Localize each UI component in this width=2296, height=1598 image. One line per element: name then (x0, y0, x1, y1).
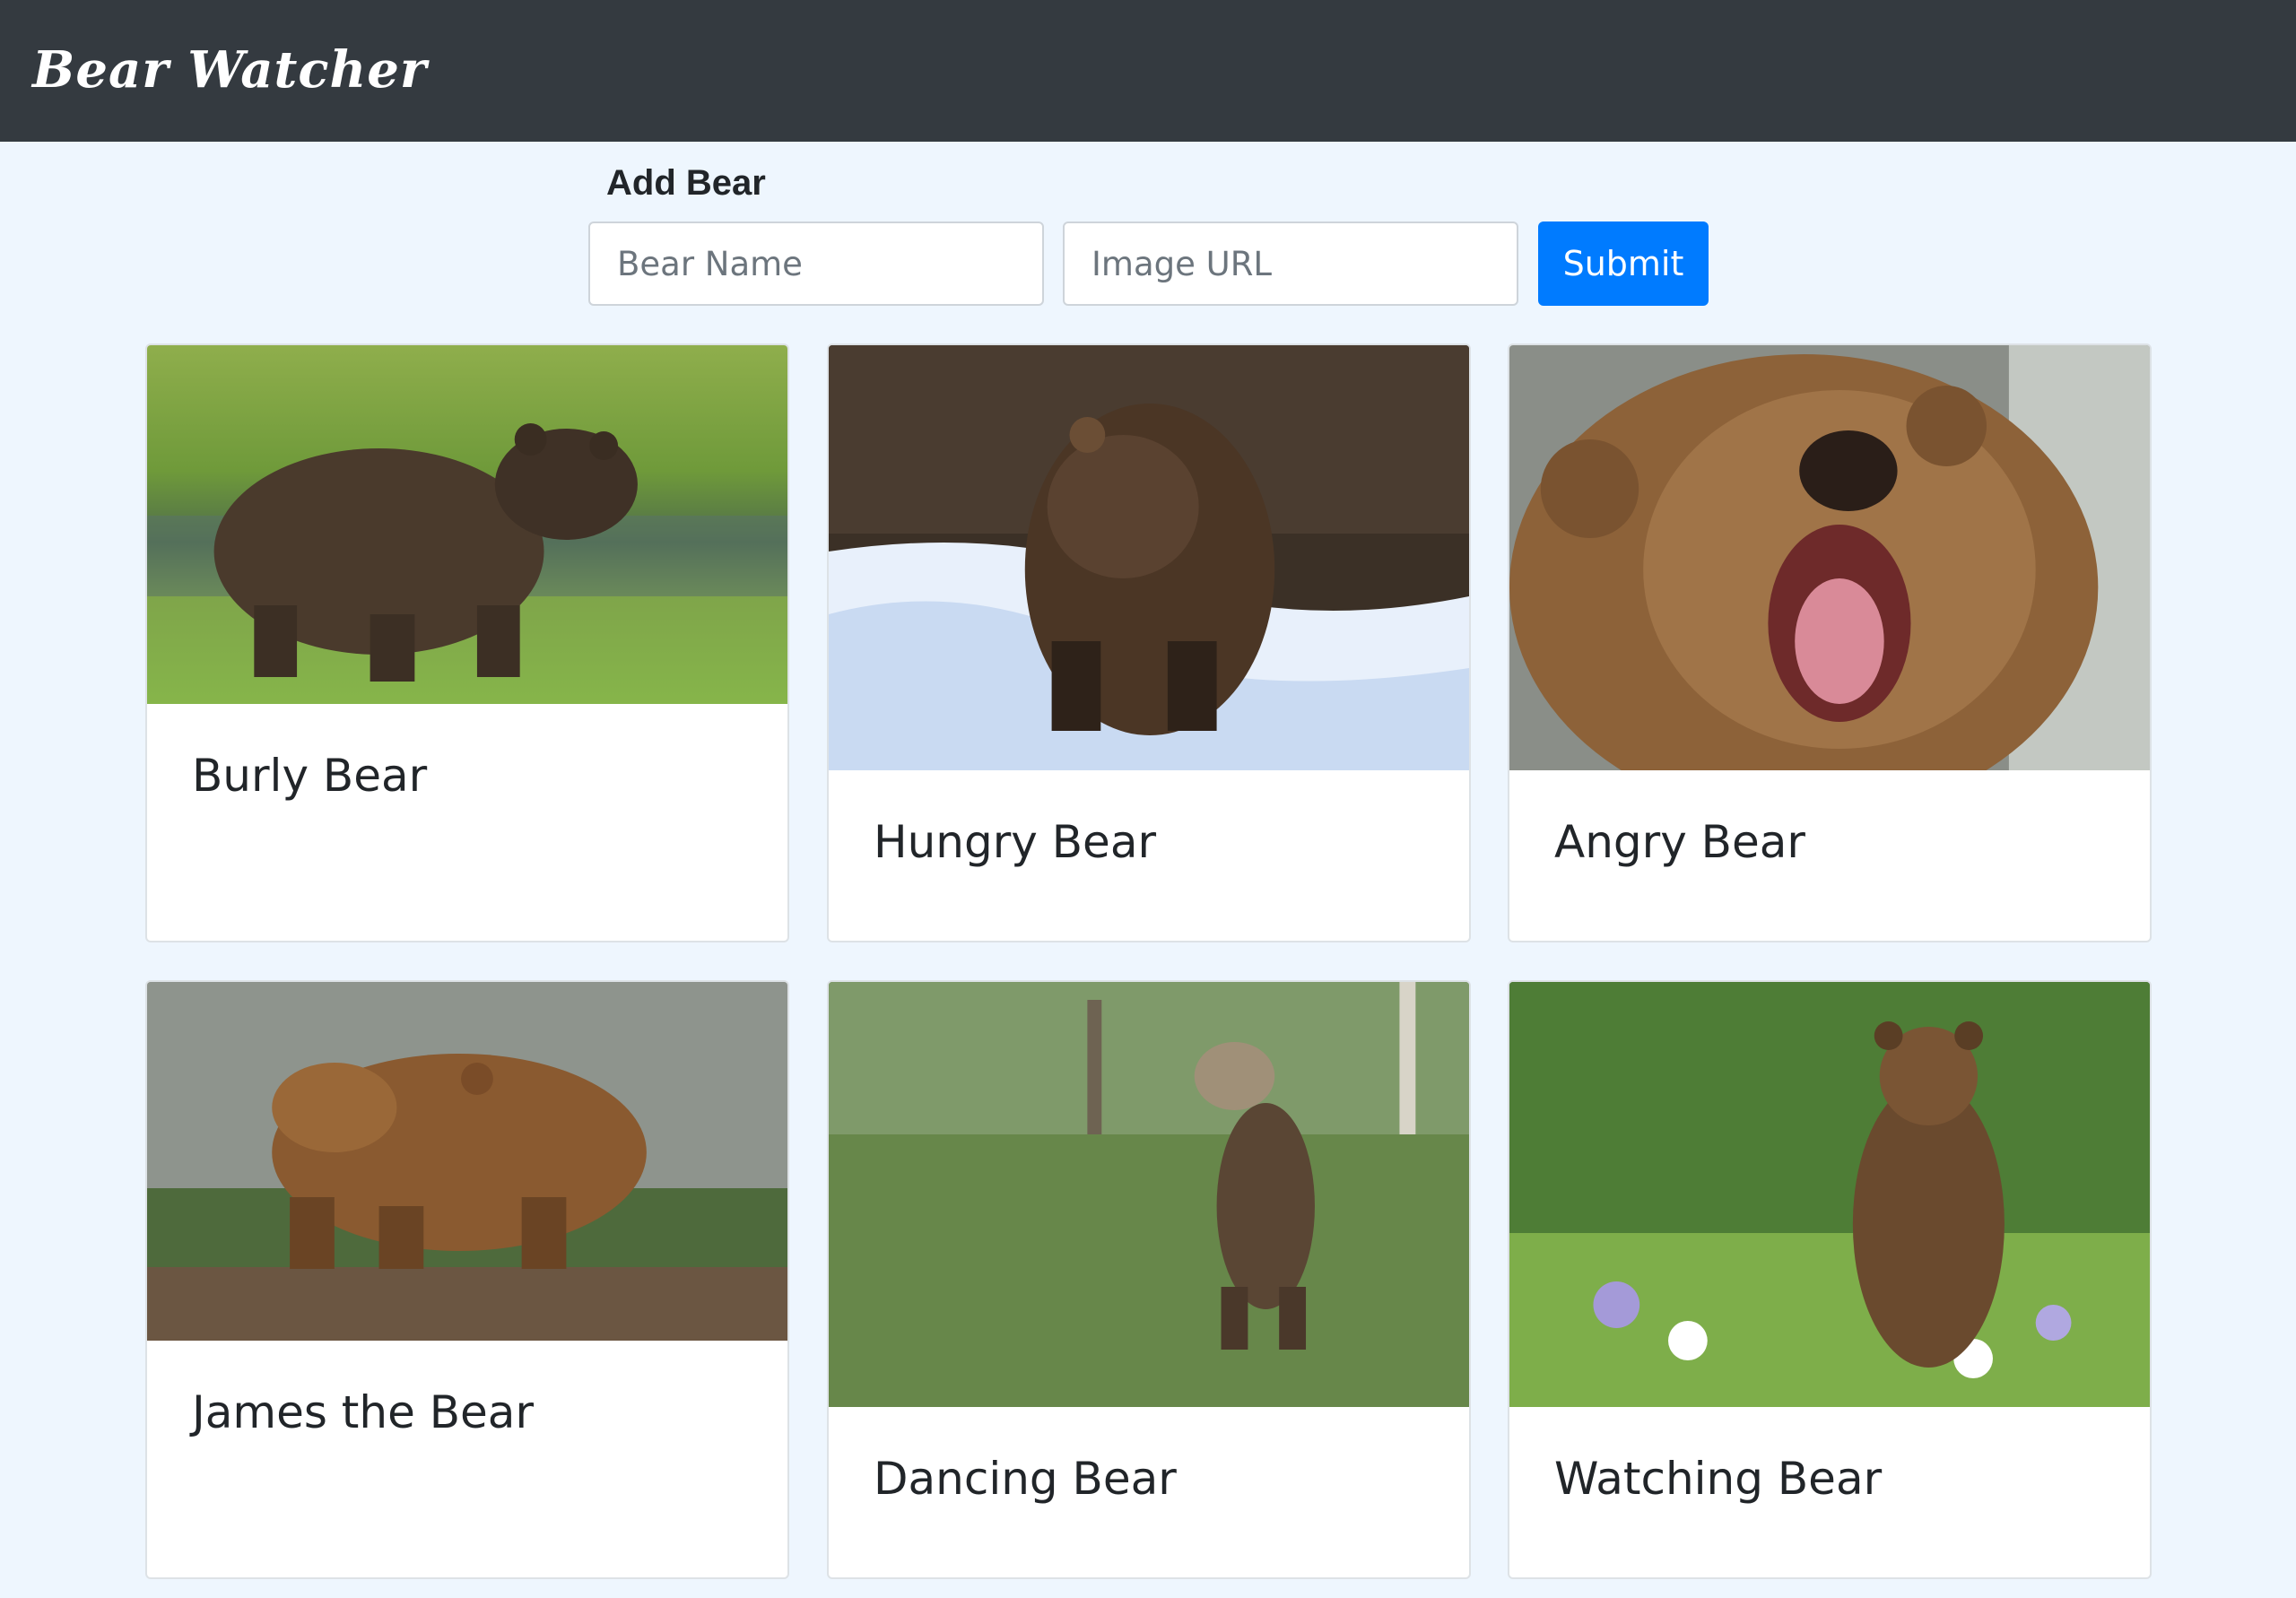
bear-name: Hungry Bear (874, 816, 1157, 868)
bear-image (147, 345, 787, 704)
bear-name: Angry Bear (1554, 816, 1805, 868)
bear-name: Burly Bear (192, 750, 428, 802)
submit-button[interactable]: Submit (1538, 221, 1709, 306)
image-url-input[interactable] (1063, 221, 1518, 306)
bear-name: Watching Bear (1554, 1453, 1883, 1505)
bear-image (1509, 345, 2150, 770)
bear-card: Dancing Bear (827, 980, 1471, 1579)
bear-name-input[interactable] (588, 221, 1044, 306)
brand-logo[interactable]: Bear Watcher (32, 34, 427, 106)
bear-card: Angry Bear (1508, 343, 2152, 942)
bear-image (829, 345, 1469, 770)
bear-image (829, 982, 1469, 1407)
navbar: Bear Watcher (0, 0, 2296, 142)
bear-card: Burly Bear (145, 343, 789, 942)
bear-card: Watching Bear (1508, 980, 2152, 1579)
bear-card: James the Bear (145, 980, 789, 1579)
bear-card: Hungry Bear (827, 343, 1471, 942)
bear-image (147, 982, 787, 1341)
bear-image (1509, 982, 2150, 1407)
bear-name: James the Bear (192, 1386, 535, 1438)
form-title: Add Bear (606, 163, 766, 203)
bear-name: Dancing Bear (874, 1453, 1177, 1505)
